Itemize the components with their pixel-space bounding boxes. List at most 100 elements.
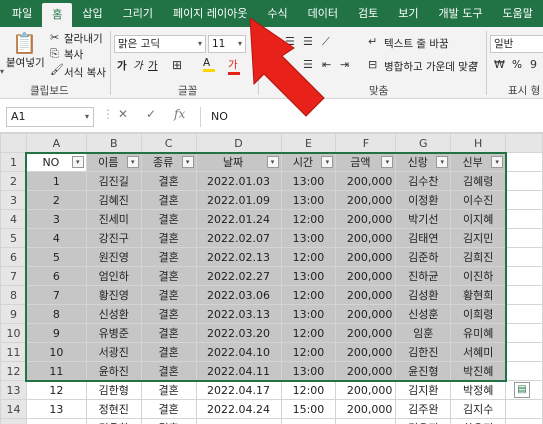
table-cell[interactable]: 200,000: [335, 323, 397, 343]
table-cell[interactable]: 13:00: [280, 361, 337, 381]
table-cell[interactable]: 200,000: [335, 247, 397, 267]
row-header[interactable]: 13: [0, 380, 27, 400]
table-cell[interactable]: 신성훈: [395, 304, 452, 324]
worksheet-grid[interactable]: A B C D E F G H 1 NO ▾ 이름 ▾ 종류 ▾ 날짜 ▾ 시간 ▾ 금액 ▾ 신랑 ▾ 신부 ▾ 2 1 김진길 결혼…: [0, 133, 543, 424]
table-cell[interactable]: 김수찬: [395, 171, 452, 191]
paste-button[interactable]: 붙여넣기: [6, 55, 45, 70]
table-cell[interactable]: 윤하진: [85, 361, 142, 381]
select-all-corner[interactable]: [0, 133, 27, 153]
table-cell[interactable]: 4: [25, 228, 87, 248]
table-cell[interactable]: 서혜미: [450, 342, 507, 362]
column-header[interactable]: G: [395, 133, 452, 153]
table-cell[interactable]: 강진구: [85, 228, 142, 248]
table-cell[interactable]: 김지수: [450, 399, 507, 419]
table-cell[interactable]: 박진혜: [450, 361, 507, 381]
table-cell[interactable]: 2: [25, 190, 87, 210]
italic-button[interactable]: 가: [133, 58, 143, 73]
row-header[interactable]: 6: [0, 247, 27, 267]
table-cell[interactable]: 5: [25, 247, 87, 267]
table-cell[interactable]: 13:00: [280, 228, 337, 248]
table-cell[interactable]: 12:00: [280, 209, 337, 229]
table-cell[interactable]: 김한진: [395, 342, 452, 362]
table-cell[interactable]: 황진영: [85, 285, 142, 305]
fill-color-button[interactable]: A: [203, 57, 215, 72]
table-cell[interactable]: 결혼: [140, 285, 197, 305]
row-header[interactable]: 10: [0, 323, 27, 343]
table-cell[interactable]: 2022.03.20: [195, 323, 282, 343]
table-cell[interactable]: 12:00: [280, 380, 337, 400]
table-cell[interactable]: 엄인하: [85, 266, 142, 286]
cut-button[interactable]: 잘라내기: [64, 31, 103, 46]
header-cell[interactable]: 신랑 ▾: [395, 152, 452, 172]
header-cell[interactable]: 금액 ▾: [335, 152, 397, 172]
table-cell[interactable]: 200,000: [335, 380, 397, 400]
table-cell[interactable]: 박정혜: [450, 380, 507, 400]
align-right-icon[interactable]: ☰: [303, 58, 313, 71]
table-cell[interactable]: 김한형: [85, 380, 142, 400]
wrap-text-button[interactable]: 텍스트 줄 바꿈: [384, 36, 449, 51]
table-cell[interactable]: 12:00: [280, 323, 337, 343]
filter-dropdown-icon[interactable]: ▾: [381, 156, 394, 168]
header-cell[interactable]: 신부 ▾: [450, 152, 507, 172]
header-cell[interactable]: NO ▾: [25, 152, 87, 172]
comma-icon[interactable]: 9: [530, 58, 537, 71]
table-cell[interactable]: 김태연: [395, 228, 452, 248]
empty-cell[interactable]: [505, 418, 543, 424]
empty-cell[interactable]: [505, 247, 543, 267]
empty-cell[interactable]: [505, 228, 543, 248]
table-cell[interactable]: 유병준: [85, 323, 142, 343]
row-header[interactable]: 3: [0, 190, 27, 210]
merge-dropdown-icon[interactable]: ▾: [474, 59, 478, 68]
tab-10[interactable]: 도움말: [492, 0, 542, 27]
empty-cell[interactable]: [505, 190, 543, 210]
empty-cell[interactable]: [505, 171, 543, 191]
table-cell[interactable]: 결혼: [140, 418, 197, 424]
format-painter-button[interactable]: 서식 복사: [64, 65, 106, 80]
table-cell[interactable]: 정현진: [85, 399, 142, 419]
table-cell[interactable]: 2022.04.24: [195, 399, 282, 419]
table-cell[interactable]: 6: [25, 266, 87, 286]
filter-dropdown-icon[interactable]: ▾: [71, 156, 84, 168]
name-box[interactable]: A1 ▾: [6, 107, 94, 127]
empty-cell[interactable]: [505, 399, 543, 419]
table-cell[interactable]: 김용환: [85, 418, 142, 424]
row-header[interactable]: 2: [0, 171, 27, 191]
font-size-combo[interactable]: 11 ▾: [208, 35, 246, 53]
table-cell[interactable]: 진세미: [85, 209, 142, 229]
quick-analysis-icon[interactable]: ▤: [514, 382, 530, 398]
table-cell[interactable]: 200,000: [335, 209, 397, 229]
table-cell[interactable]: 2022.02.13: [195, 247, 282, 267]
table-cell[interactable]: 김혜령: [450, 171, 507, 191]
table-cell[interactable]: 결혼: [140, 323, 197, 343]
table-cell[interactable]: 12:00: [280, 285, 337, 305]
filter-dropdown-icon[interactable]: ▾: [321, 156, 334, 168]
row-header[interactable]: 14: [0, 399, 27, 419]
paste-dropdown-icon[interactable]: ▾: [0, 67, 4, 76]
table-cell[interactable]: 200,000: [335, 418, 397, 424]
table-cell[interactable]: 2022.05.02: [195, 418, 282, 424]
table-cell[interactable]: 김준하: [395, 247, 452, 267]
table-cell[interactable]: 결혼: [140, 361, 197, 381]
decrease-indent-icon[interactable]: ⇤: [322, 58, 331, 71]
table-cell[interactable]: 이진하: [450, 266, 507, 286]
table-cell[interactable]: 2022.04.10: [195, 342, 282, 362]
table-cell[interactable]: 3: [25, 209, 87, 229]
filter-dropdown-icon[interactable]: ▾: [126, 156, 139, 168]
table-cell[interactable]: 2022.02.07: [195, 228, 282, 248]
insert-function-icon[interactable]: fx: [174, 107, 185, 121]
font-color-button[interactable]: 가: [228, 57, 240, 75]
empty-cell[interactable]: [505, 152, 543, 172]
table-cell[interactable]: 이희령: [450, 304, 507, 324]
column-header[interactable]: [505, 133, 543, 153]
table-cell[interactable]: 2022.01.09: [195, 190, 282, 210]
number-format-combo[interactable]: 일반: [490, 35, 543, 53]
table-cell[interactable]: 김주완: [395, 399, 452, 419]
table-cell[interactable]: 12:00: [280, 342, 337, 362]
table-cell[interactable]: 2022.01.03: [195, 171, 282, 191]
table-cell[interactable]: 서광진: [85, 342, 142, 362]
row-header[interactable]: 8: [0, 285, 27, 305]
table-cell[interactable]: 200,000: [335, 266, 397, 286]
table-cell[interactable]: 12:00: [280, 418, 337, 424]
increase-indent-icon[interactable]: ⇥: [340, 58, 349, 71]
bold-button[interactable]: 가: [117, 58, 127, 73]
